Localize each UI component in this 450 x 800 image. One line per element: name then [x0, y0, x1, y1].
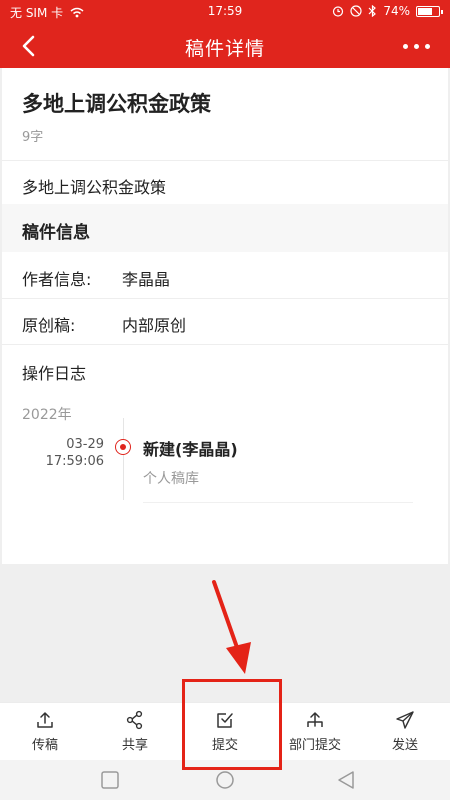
- home-icon[interactable]: [215, 770, 235, 790]
- battery-fill: [418, 7, 432, 15]
- more-dot-icon: [413, 43, 419, 49]
- toolbar-label: 提交: [211, 738, 238, 753]
- battery-percent: 74%: [383, 4, 410, 18]
- log-entry-date: 03-29: [66, 437, 104, 452]
- department-submit-button[interactable]: 部门提交: [270, 703, 360, 760]
- doc-summary: 多地上调公积金政策: [22, 178, 167, 197]
- dnd-icon: [350, 5, 362, 17]
- page-title: 稿件详情: [184, 38, 265, 60]
- divider: [2, 344, 448, 345]
- divider: [143, 502, 413, 503]
- share-icon: [126, 710, 143, 730]
- submit-check-icon: [217, 713, 233, 728]
- share-button[interactable]: 共享: [90, 703, 180, 760]
- section-title: 稿件信息: [22, 223, 90, 243]
- system-nav-bar: [0, 760, 450, 800]
- send-button[interactable]: 发送: [360, 703, 450, 760]
- section-header: 稿件信息: [2, 204, 448, 252]
- author-row: 作者信息: 李晶晶: [22, 266, 170, 290]
- original-value: 内部原创: [122, 316, 187, 335]
- alarm-icon: [333, 6, 344, 17]
- upload-icon: [37, 712, 53, 728]
- original-label: 原创稿:: [22, 316, 76, 335]
- navbar: 稿件详情: [0, 24, 450, 68]
- back-triangle-icon[interactable]: [336, 770, 356, 790]
- log-entry-time: 17:59:06: [45, 454, 104, 469]
- divider: [2, 160, 448, 161]
- log-year: 2022年: [22, 407, 72, 423]
- recents-icon[interactable]: [100, 770, 120, 790]
- bluetooth-icon: [368, 5, 377, 17]
- toolbar-label: 传稿: [31, 738, 58, 753]
- back-button[interactable]: [8, 30, 48, 62]
- annotation-arrow-icon: [212, 580, 251, 674]
- submit-button[interactable]: 提交: [180, 703, 270, 760]
- original-row: 原创稿: 内部原创: [22, 312, 186, 336]
- log-title: 操作日志: [22, 364, 87, 383]
- more-dot-icon: [424, 43, 430, 49]
- battery-icon: [416, 5, 443, 17]
- word-count: 9字: [22, 130, 44, 145]
- divider: [2, 298, 448, 299]
- author-label: 作者信息:: [22, 270, 92, 289]
- log-date: 03-29 17:59:06: [22, 436, 104, 470]
- log-entry-action: 新建(李晶晶): [143, 440, 238, 459]
- department-submit-icon: [307, 712, 323, 727]
- doc-title: 多地上调公积金政策: [22, 92, 211, 116]
- upload-button[interactable]: 传稿: [0, 703, 90, 760]
- status-right: 74%: [332, 4, 443, 18]
- manuscript-detail: 多地上调公积金政策 9字 多地上调公积金政策 稿件信息 作者信息: 李晶晶 原创稿…: [2, 68, 448, 564]
- toolbar-label: 共享: [121, 738, 148, 753]
- status-bar: 无 SIM 卡 17:59 74%: [0, 0, 450, 24]
- toolbar-label: 部门提交: [288, 738, 341, 753]
- timeline-line: [123, 418, 124, 500]
- more-dot-icon: [402, 43, 408, 49]
- more-button[interactable]: [392, 30, 440, 62]
- bottom-toolbar: 传稿 共享 提交 部门提交 发送: [0, 702, 450, 760]
- send-icon: [396, 711, 414, 729]
- toolbar-label: 发送: [391, 738, 418, 753]
- chevron-left-icon: [22, 35, 35, 57]
- author-value: 李晶晶: [122, 270, 171, 289]
- timeline-dot-icon: [115, 439, 131, 455]
- log-entry-location: 个人稿库: [143, 471, 199, 487]
